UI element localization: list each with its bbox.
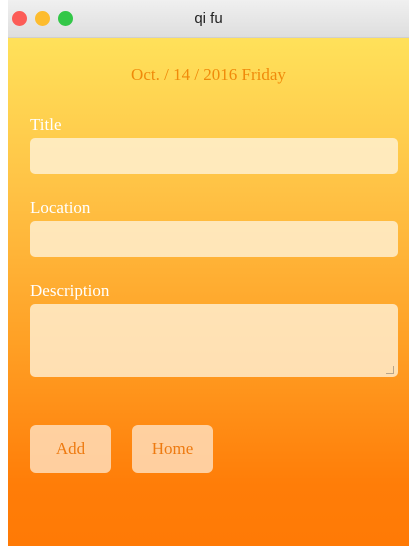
form-panel: Oct. / 14 / 2016 Friday Title Location D…: [8, 38, 409, 546]
home-button[interactable]: Home: [132, 425, 213, 473]
description-input[interactable]: [30, 304, 398, 377]
date-display: Oct. / 14 / 2016 Friday: [131, 65, 286, 84]
window-title: qi fu: [194, 10, 223, 27]
title-bar[interactable]: qi fu: [8, 0, 409, 38]
resize-grip-icon[interactable]: [386, 366, 394, 374]
location-label: Location: [30, 198, 91, 217]
description-container: [30, 304, 398, 377]
title-input[interactable]: [30, 138, 398, 174]
title-label: Title: [30, 115, 62, 134]
description-label: Description: [30, 281, 110, 300]
add-button[interactable]: Add: [30, 425, 111, 473]
app-window: qi fu Oct. / 14 / 2016 Friday Title Loca…: [8, 0, 409, 546]
location-input[interactable]: [30, 221, 398, 257]
